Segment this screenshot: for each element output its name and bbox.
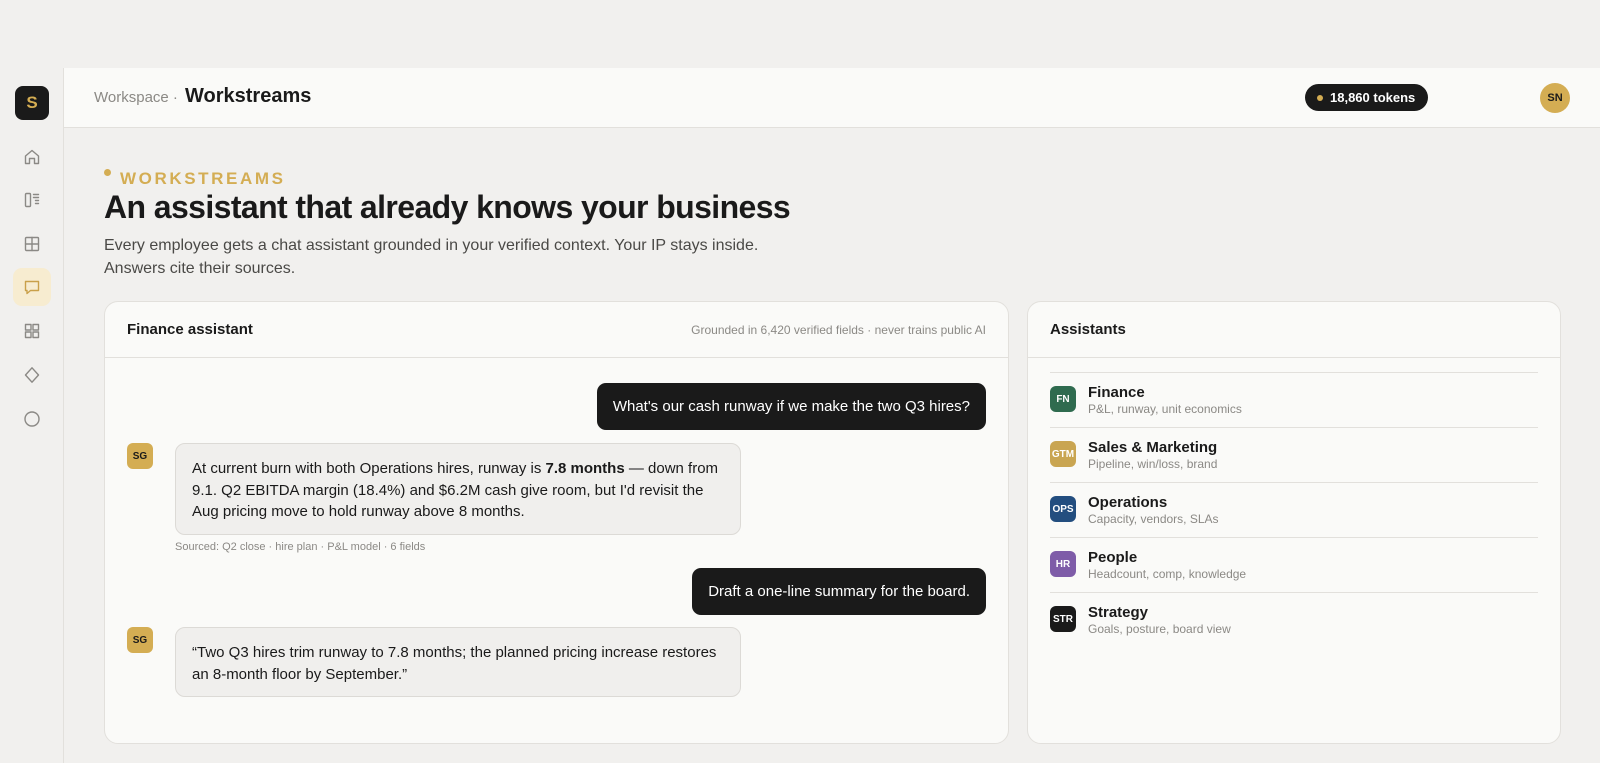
nav-circle[interactable] (13, 400, 51, 438)
top-header: Workspace · Workstreams 18,860 tokens SN (64, 68, 1600, 128)
nav-documents[interactable] (13, 181, 51, 219)
nav-home[interactable] (13, 138, 51, 176)
assistant-name: Strategy (1088, 604, 1149, 621)
assistant-description: Goals, posture, board view (1088, 622, 1231, 636)
assistant-badge: OPS (1050, 496, 1076, 522)
hero-subtitle: Every employee gets a chat assistant gro… (104, 237, 759, 277)
nav-diamond[interactable] (13, 356, 51, 394)
breadcrumb[interactable]: Workspace · (94, 89, 178, 106)
chat-icon (24, 280, 40, 295)
assistant-item-strategy[interactable]: STR Strategy Goals, posture, board view (1050, 592, 1538, 647)
message-text: At current burn with both Operations hir… (192, 460, 546, 477)
source-citation[interactable]: Sourced: Q2 close · hire plan · P&L mode… (175, 541, 425, 553)
token-dot-icon (1317, 95, 1323, 101)
message-highlight: 7.8 months (545, 460, 625, 477)
sidebar: S (0, 68, 64, 763)
assistant-name: Sales & Marketing (1088, 439, 1218, 456)
assistant-item-finance[interactable]: FN Finance P&L, runway, unit economics (1050, 372, 1538, 427)
user-message: Draft a one-line summary for the board. (692, 568, 986, 615)
assistant-description: P&L, runway, unit economics (1088, 402, 1242, 416)
token-counter-badge[interactable]: 18,860 tokens (1305, 84, 1429, 111)
nav-chat[interactable] (13, 268, 51, 306)
token-count: 18,860 tokens (1330, 90, 1416, 105)
assistants-card-header: Assistants (1028, 302, 1560, 358)
assistant-description: Capacity, vendors, SLAs (1088, 512, 1219, 526)
finance-assistant-card: Finance assistant Grounded in 6,420 veri… (104, 301, 1009, 744)
nav-tables[interactable] (13, 225, 51, 263)
assistant-badge: HR (1050, 551, 1076, 577)
assistant-badge: STR (1050, 606, 1076, 632)
user-avatar[interactable]: SN (1540, 83, 1570, 113)
assistants-card: Assistants FN Finance P&L, runway, unit … (1027, 301, 1561, 744)
grid-table-icon (24, 236, 40, 252)
eyebrow-dot-icon (104, 169, 111, 176)
assistants-card-title: Assistants (1050, 321, 1126, 338)
assistant-badge: FN (1050, 386, 1076, 412)
assistant-badge: GTM (1050, 441, 1076, 467)
hero-title: An assistant that already knows your bus… (104, 189, 791, 225)
assistant-description: Pipeline, win/loss, brand (1088, 457, 1218, 471)
apps-grid-icon (24, 323, 40, 339)
assistant-name: People (1088, 549, 1138, 566)
assistant-item-operations[interactable]: OPS Operations Capacity, vendors, SLAs (1050, 482, 1538, 537)
assistant-avatar: SG (127, 627, 153, 653)
assistant-message: At current burn with both Operations hir… (175, 443, 741, 535)
diamond-icon (24, 367, 40, 383)
nav-apps[interactable] (13, 312, 51, 350)
chat-card-header: Finance assistant Grounded in 6,420 veri… (105, 302, 1008, 358)
assistant-message: “Two Q3 hires trim runway to 7.8 months;… (175, 627, 741, 697)
assistant-item-people[interactable]: HR People Headcount, comp, knowledge (1050, 537, 1538, 592)
document-list-icon (24, 192, 40, 208)
assistant-name: Finance (1088, 384, 1145, 401)
assistant-avatar: SG (127, 443, 153, 469)
user-message: What's our cash runway if we make the tw… (596, 383, 986, 430)
home-icon (24, 149, 40, 165)
grounding-meta: Grounded in 6,420 verified fields · neve… (691, 323, 986, 337)
section-eyebrow: WORKSTREAMS (120, 169, 286, 188)
assistant-description: Headcount, comp, knowledge (1088, 567, 1247, 581)
circle-icon (24, 411, 40, 427)
assistant-item-sales-marketing[interactable]: GTM Sales & Marketing Pipeline, win/loss… (1050, 427, 1538, 482)
assistant-name: Operations (1088, 494, 1168, 511)
chat-card-title: Finance assistant (127, 321, 253, 338)
app-logo[interactable]: S (15, 86, 49, 120)
page-title: Workstreams (185, 85, 312, 107)
